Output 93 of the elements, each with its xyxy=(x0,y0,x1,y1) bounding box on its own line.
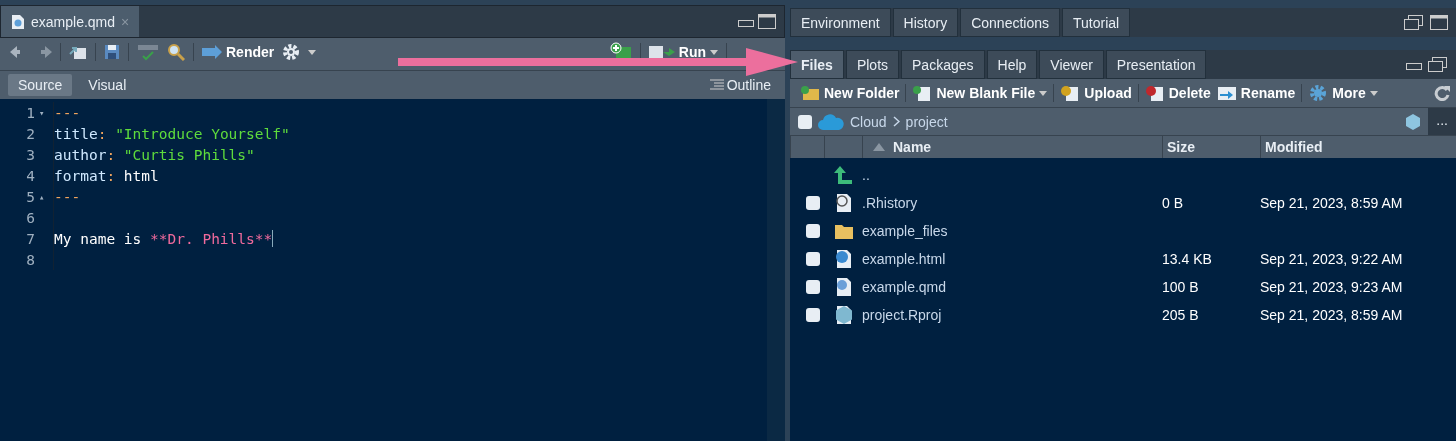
pane-tab[interactable]: Viewer xyxy=(1039,50,1104,79)
new-folder-button[interactable]: New Folder xyxy=(800,85,900,101)
line-number: 2 xyxy=(25,125,35,142)
document-icon xyxy=(11,13,25,30)
file-icon xyxy=(834,193,854,213)
code-editor[interactable]: 1 ▾ --- 2 title: "Introduce Yourself" 3 author: "Curtis Phills" 4 format: html 5 ▴ --- 6 7 My name is **Dr. Phills** 8 xyxy=(0,99,785,441)
maximize-icon[interactable] xyxy=(758,14,776,29)
file-tab[interactable]: example.qmd × xyxy=(1,6,140,37)
editor-mode-tab[interactable]: Visual xyxy=(78,74,137,96)
outline-icon xyxy=(709,79,724,91)
modified-date: Sep 21, 2023, 9:22 AM xyxy=(1260,251,1404,267)
file-size: 100 B xyxy=(1162,279,1200,295)
pane-tab[interactable]: Connections xyxy=(960,8,1060,37)
file-size: 0 B xyxy=(1162,195,1184,211)
file-name-link[interactable]: example_files xyxy=(862,223,1162,239)
line-number: 1 xyxy=(25,104,35,121)
render-button[interactable]: Render xyxy=(202,44,275,60)
select-all-checkbox[interactable] xyxy=(798,114,812,129)
breadcrumb-link[interactable]: Cloud xyxy=(850,113,887,130)
pane-tab[interactable]: Help xyxy=(986,50,1038,79)
code-line: --- xyxy=(54,104,81,121)
rename-icon xyxy=(1216,85,1237,101)
upload-icon xyxy=(1060,85,1081,101)
new-file-button[interactable]: New Blank File xyxy=(912,85,1048,101)
outline-button[interactable]: Outline xyxy=(703,76,777,94)
file-size: 205 B xyxy=(1162,307,1200,323)
caret-icon xyxy=(710,49,718,55)
pane-tab[interactable]: Files xyxy=(790,50,844,79)
row-checkbox[interactable] xyxy=(806,196,820,210)
line-number: 8 xyxy=(25,251,35,268)
pane-tab[interactable]: Presentation xyxy=(1105,50,1207,79)
line-number: 6 xyxy=(25,209,35,226)
sort-arrow-icon xyxy=(873,143,885,151)
code-line: title: "Introduce Yourself" xyxy=(54,125,290,142)
line-number: 7 xyxy=(25,230,35,247)
gear-icon[interactable] xyxy=(282,43,301,61)
upload-button[interactable]: Upload xyxy=(1060,85,1132,101)
file-icon xyxy=(834,305,854,325)
new-file-icon xyxy=(912,85,933,101)
delete-icon xyxy=(1144,85,1165,101)
modified-date: Sep 21, 2023, 8:59 AM xyxy=(1260,195,1404,211)
search-icon[interactable] xyxy=(167,43,185,61)
refresh-icon[interactable] xyxy=(1434,85,1450,101)
save-icon[interactable] xyxy=(104,44,120,60)
delete-button[interactable]: Delete xyxy=(1144,85,1211,101)
file-name-link[interactable]: project.Rproj xyxy=(862,307,1162,323)
pane-tab[interactable]: Tutorial xyxy=(1062,8,1131,37)
chevron-icon xyxy=(892,116,900,127)
modified-date: Sep 21, 2023, 9:23 AM xyxy=(1260,279,1404,295)
row-checkbox[interactable] xyxy=(806,252,820,266)
restore-icon[interactable] xyxy=(1404,15,1424,30)
run-icon xyxy=(648,44,675,60)
caret-icon[interactable] xyxy=(308,49,317,55)
row-checkbox[interactable] xyxy=(806,224,820,238)
file-name-link[interactable]: .Rhistory xyxy=(862,195,1162,211)
code-line: author: "Curtis Phills" xyxy=(54,146,255,163)
pane-tab[interactable]: History xyxy=(892,8,959,37)
breadcrumb-link[interactable]: project xyxy=(905,113,948,130)
file-icon xyxy=(834,277,854,297)
file-tab-label: example.qmd xyxy=(31,13,116,30)
editor-mode-tab[interactable]: Source xyxy=(8,74,73,96)
file-name-link[interactable]: example.qmd xyxy=(862,279,1162,295)
file-size: 13.4 KB xyxy=(1162,251,1213,267)
code-line: format: html xyxy=(54,167,159,184)
spellcheck-icon[interactable] xyxy=(137,43,159,61)
more-button[interactable]: More xyxy=(1308,85,1378,101)
render-icon xyxy=(202,45,222,59)
rename-button[interactable]: Rename xyxy=(1216,85,1296,101)
more-button[interactable]: ... xyxy=(1428,108,1456,135)
pane-tab[interactable]: Environment xyxy=(790,8,891,37)
line-number: 4 xyxy=(25,167,35,184)
new-folder-icon xyxy=(800,85,820,101)
project-icon[interactable] xyxy=(1404,112,1423,131)
run-button[interactable]: Run xyxy=(648,44,718,60)
restore-icon[interactable] xyxy=(1428,57,1448,72)
fold-toggle[interactable]: ▾ xyxy=(39,107,45,118)
line-number: 5 xyxy=(25,188,35,205)
maximize-icon[interactable] xyxy=(1430,15,1448,30)
row-checkbox[interactable] xyxy=(806,308,820,322)
row-checkbox[interactable] xyxy=(806,280,820,294)
file-icon xyxy=(834,249,854,269)
pane-tab[interactable]: Plots xyxy=(845,50,900,79)
parent-folder-link[interactable]: .. xyxy=(862,167,1162,183)
more-icon xyxy=(1308,85,1329,101)
line-number: 3 xyxy=(25,146,35,163)
fold-toggle[interactable]: ▴ xyxy=(39,191,45,202)
pane-tab[interactable]: Packages xyxy=(901,50,985,79)
show-in-window-icon[interactable] xyxy=(69,44,87,60)
up-arrow-icon[interactable] xyxy=(834,166,852,184)
file-name-link[interactable]: example.html xyxy=(862,251,1162,267)
modified-date: Sep 21, 2023, 8:59 AM xyxy=(1260,307,1404,323)
code-line: My name is **Dr. Phills** xyxy=(54,230,273,247)
code-line: --- xyxy=(54,188,81,205)
